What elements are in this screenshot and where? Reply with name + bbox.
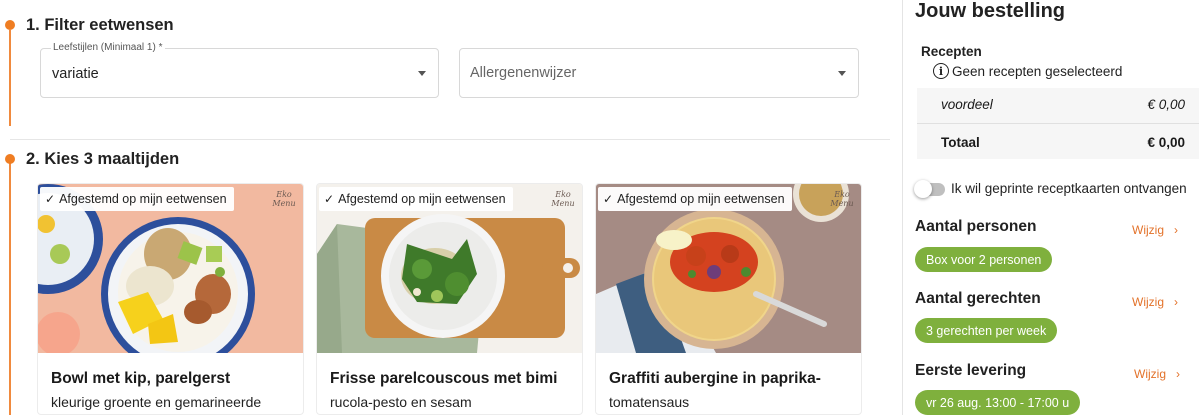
recipes-label: Recepten	[921, 44, 982, 59]
check-icon: ✓	[603, 192, 614, 206]
price-divider	[917, 123, 1199, 124]
printed-cards-toggle[interactable]	[914, 180, 945, 198]
diet-match-badge: ✓ Afgestemd op mijn eetwensen	[598, 187, 792, 211]
chevron-right-icon: ›	[1174, 295, 1178, 309]
step-1-title: 1. Filter eetwensen	[26, 16, 174, 34]
printed-cards-label: Ik wil geprinte receptkaarten ontvangen	[951, 181, 1187, 196]
chevron-right-icon: ›	[1176, 367, 1180, 381]
timeline-line	[9, 162, 11, 415]
delivery-pill: vr 26 aug. 13:00 - 17:00 u	[915, 390, 1081, 415]
brand-logo: Eko Menu	[830, 190, 854, 208]
change-delivery-link[interactable]: Wijzig ›	[1134, 367, 1180, 381]
dishes-title: Aantal gerechten	[915, 290, 1041, 307]
order-summary-panel: Jouw bestelling Recepten i Geen recepten…	[902, 0, 1200, 415]
total-value: € 0,00	[1147, 135, 1185, 150]
allergen-select[interactable]: Allergenenwijzer	[459, 48, 859, 98]
discount-row: voordeel € 0,00	[941, 97, 1185, 112]
price-summary: voordeel € 0,00 Totaal € 0,00	[917, 88, 1199, 159]
no-recipes-message: i Geen recepten geselecteerd	[933, 63, 1122, 79]
section-divider	[10, 139, 890, 140]
meal-subtitle: tomatensaus	[609, 394, 690, 410]
lifestyle-select-value: variatie	[52, 66, 99, 82]
meal-title: Bowl met kip, parelgerst	[51, 370, 231, 387]
step-2-title: 2. Kies 3 maaltijden	[26, 150, 180, 168]
diet-match-badge: ✓ Afgestemd op mijn eetwensen	[40, 187, 234, 211]
chevron-down-icon	[838, 71, 846, 76]
lifestyle-select-label: Leefstijlen (Minimaal 1) *	[51, 42, 165, 53]
meal-title: Graffiti aubergine in paprika-	[609, 370, 821, 387]
timeline-dot	[5, 20, 15, 30]
brand-logo: Eko Menu	[551, 190, 575, 208]
meal-selection-panel: 1. Filter eetwensen Leefstijlen (Minimaa…	[0, 0, 902, 415]
check-icon: ✓	[45, 192, 56, 206]
check-icon: ✓	[324, 192, 335, 206]
discount-label: voordeel	[941, 97, 993, 112]
discount-value: € 0,00	[1147, 97, 1185, 112]
allergen-select-placeholder: Allergenenwijzer	[470, 65, 577, 81]
lifestyle-select[interactable]: Leefstijlen (Minimaal 1) * variatie	[40, 42, 439, 98]
timeline-line	[9, 30, 11, 126]
total-label: Totaal	[941, 135, 980, 150]
change-persons-link[interactable]: Wijzig ›	[1132, 223, 1178, 237]
meal-card[interactable]: ✓ Afgestemd op mijn eetwensen Eko Menu Fri…	[316, 183, 583, 415]
brand-logo: Eko Menu	[272, 190, 296, 208]
change-dishes-link[interactable]: Wijzig ›	[1132, 295, 1178, 309]
meal-title: Frisse parelcouscous met bimi	[330, 370, 558, 387]
total-row: Totaal € 0,00	[941, 135, 1185, 150]
chevron-down-icon	[418, 71, 426, 76]
meal-card[interactable]: ✓ Afgestemd op mijn eetwensen Eko Menu Bow…	[37, 183, 304, 415]
dishes-pill: 3 gerechten per week	[915, 318, 1058, 343]
meal-subtitle: rucola-pesto en sesam	[330, 394, 472, 410]
persons-pill: Box voor 2 personen	[915, 247, 1053, 272]
persons-title: Aantal personen	[915, 218, 1037, 235]
chevron-right-icon: ›	[1174, 223, 1178, 237]
info-icon: i	[933, 63, 949, 79]
diet-match-badge: ✓ Afgestemd op mijn eetwensen	[319, 187, 513, 211]
delivery-title: Eerste levering	[915, 362, 1027, 379]
timeline-dot	[5, 154, 15, 164]
meal-card[interactable]: ✓ Afgestemd op mijn eetwensen Eko Menu Gra…	[595, 183, 862, 415]
order-title: Jouw bestelling	[915, 0, 1066, 22]
meal-subtitle: kleurige groente en gemarineerde	[51, 394, 262, 410]
toggle-knob	[914, 180, 932, 198]
